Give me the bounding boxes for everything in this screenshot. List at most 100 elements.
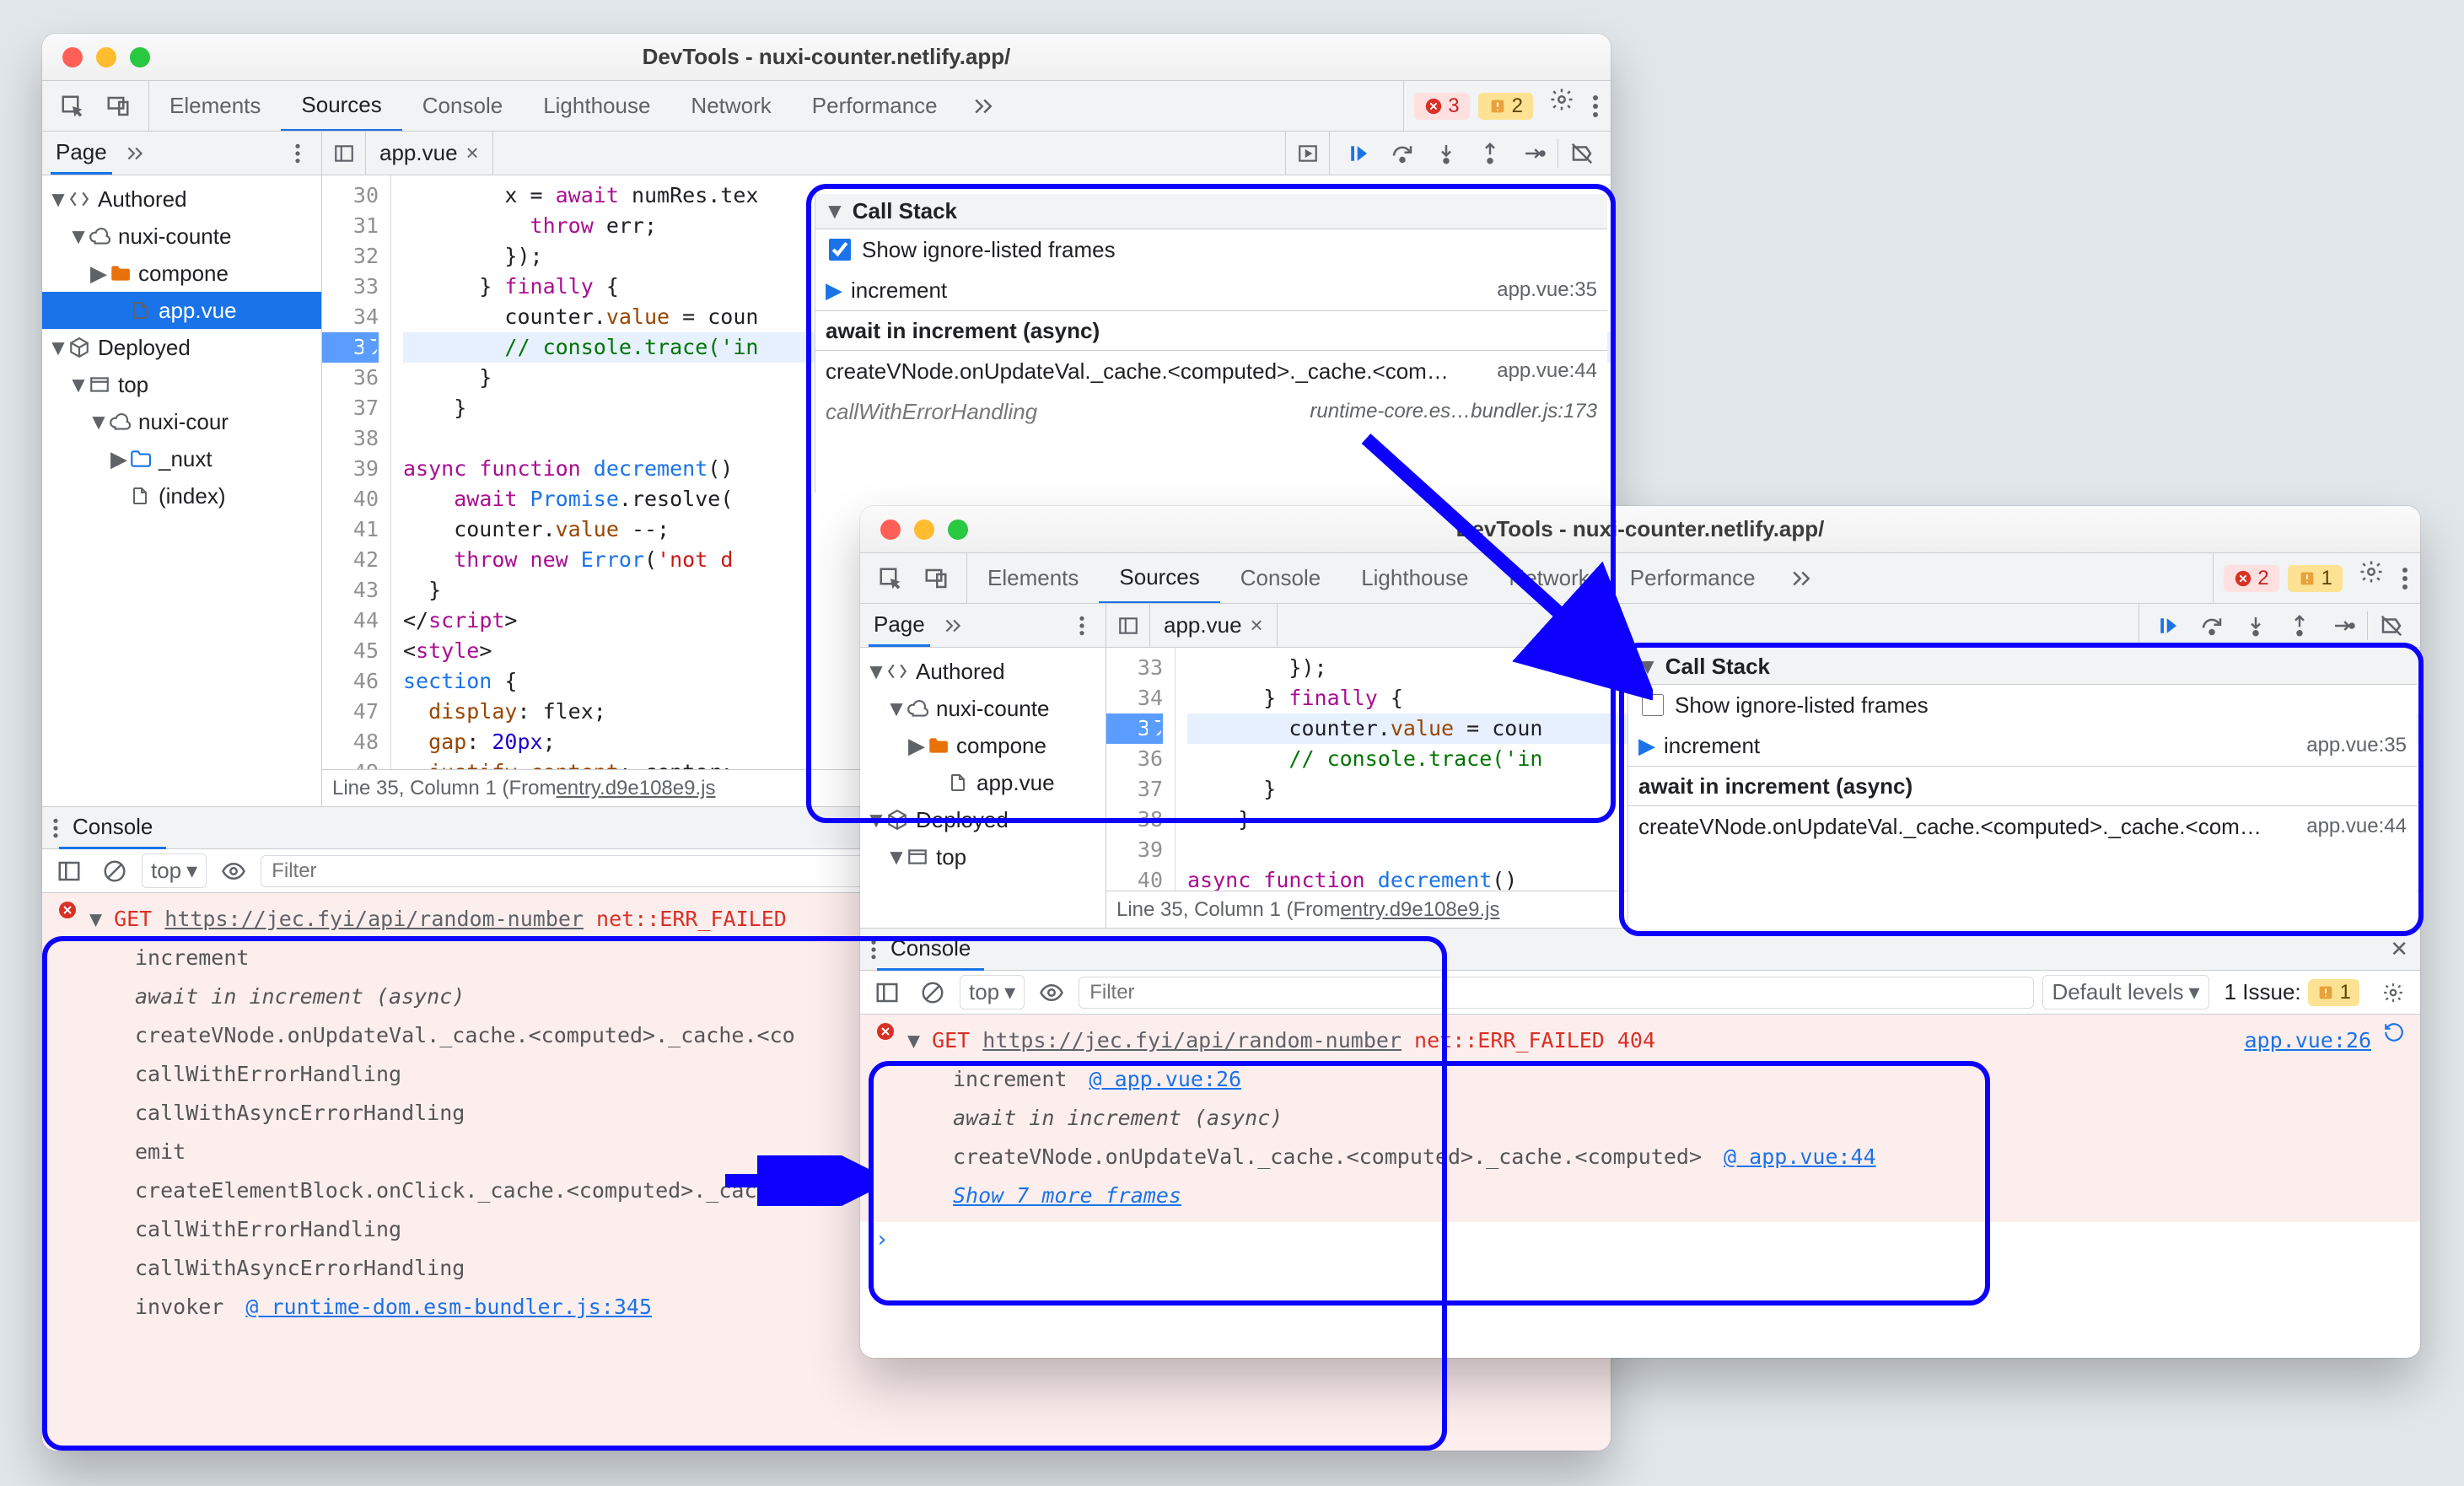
zoom-window-button[interactable] <box>948 520 968 540</box>
tab-performance[interactable]: Performance <box>792 81 958 131</box>
navigator-item[interactable]: ▶_nuxt <box>42 440 321 477</box>
call-stack-frame[interactable]: await in increment (async) <box>815 310 1607 351</box>
step-over-icon[interactable] <box>1382 135 1423 172</box>
call-stack-frame[interactable]: ▶incrementapp.vue:35 <box>815 270 1607 310</box>
call-stack-panel[interactable]: ▼Call Stack Show ignore-listed frames ▶i… <box>815 194 1607 493</box>
navigator-kebab-icon[interactable] <box>282 143 313 164</box>
inspect-element-icon[interactable] <box>872 560 909 597</box>
clear-console-icon[interactable] <box>914 974 951 1011</box>
device-toggle-icon[interactable] <box>100 88 137 125</box>
zoom-window-button[interactable] <box>130 47 150 67</box>
console-output[interactable]: ▼ GET https://jec.fyi/api/random-number … <box>860 1015 2420 1222</box>
reload-icon[interactable] <box>2383 1021 2405 1043</box>
expand-stack-icon[interactable]: ▼ <box>89 900 102 939</box>
navigator-item[interactable]: ▼Authored <box>860 653 1106 690</box>
step-into-icon[interactable] <box>2235 607 2276 644</box>
step-icon[interactable] <box>1514 135 1554 172</box>
clear-console-icon[interactable] <box>96 853 133 890</box>
navigator-tree[interactable]: ▼Authored▼nuxi-counte▶componeapp.vue▼Dep… <box>860 648 1106 928</box>
console-prompt[interactable]: › <box>860 1222 2420 1257</box>
tab-elements[interactable]: Elements <box>149 81 281 131</box>
minimize-window-button[interactable] <box>96 47 116 67</box>
file-tab-app-vue[interactable]: app.vue× <box>366 132 493 175</box>
show-ignored-frames-checkbox[interactable] <box>1642 694 1664 716</box>
sourcemap-link[interactable]: entry.d9e108e9.js <box>556 777 715 800</box>
tab-lighthouse[interactable]: Lighthouse <box>1341 553 1488 603</box>
errors-badge[interactable]: 2 <box>2224 565 2278 592</box>
file-tab-app-vue[interactable]: app.vue× <box>1150 604 1278 647</box>
navigator-item[interactable]: ▼nuxi-counte <box>860 690 1106 727</box>
navigator-kebab-icon[interactable] <box>1067 615 1097 637</box>
navigator-item[interactable]: ▼top <box>860 838 1106 875</box>
error-source-link[interactable]: app.vue:26 <box>2244 1021 2371 1060</box>
navigator-more-icon[interactable] <box>119 143 151 164</box>
step-out-icon[interactable] <box>2279 607 2320 644</box>
tab-console[interactable]: Console <box>1220 553 1341 603</box>
step-over-icon[interactable] <box>2192 607 2232 644</box>
navigator-item[interactable]: ▼Authored <box>42 180 321 218</box>
deactivate-breakpoints-icon[interactable] <box>2371 607 2412 644</box>
show-ignored-frames-checkbox[interactable] <box>829 239 851 261</box>
close-file-tab-icon[interactable]: × <box>466 140 479 166</box>
navigator-item[interactable]: ▼nuxi-cour <box>42 403 321 440</box>
call-stack-frame[interactable]: await in increment (async) <box>1628 766 2417 806</box>
call-stack-frame[interactable]: createVNode.onUpdateVal._cache.<computed… <box>1628 806 2417 847</box>
deactivate-breakpoints-icon[interactable] <box>1562 135 1602 172</box>
run-snippet-icon[interactable] <box>1285 132 1329 175</box>
drawer-kebab-icon[interactable] <box>870 939 877 961</box>
tab-performance[interactable]: Performance <box>1610 553 1776 603</box>
close-window-button[interactable] <box>62 47 83 67</box>
navigator-item[interactable]: (index) <box>42 477 321 514</box>
navigator-item[interactable]: ▶compone <box>42 255 321 292</box>
stack-frame[interactable]: await in increment (async) <box>860 1099 2420 1138</box>
settings-icon[interactable] <box>2353 553 2390 590</box>
more-icon[interactable] <box>1580 81 1611 131</box>
close-window-button[interactable] <box>880 520 901 540</box>
call-stack-frame[interactable]: createVNode.onUpdateVal._cache.<computed… <box>815 351 1607 391</box>
live-expression-icon[interactable] <box>1033 974 1070 1011</box>
toggle-navigator-icon[interactable] <box>322 132 366 175</box>
tabs-overflow-icon[interactable] <box>958 81 1009 131</box>
resume-icon[interactable] <box>2148 607 2188 644</box>
tab-sources[interactable]: Sources <box>281 81 401 131</box>
execution-context-select[interactable]: top▾ <box>960 975 1025 1010</box>
navigator-page-tab[interactable]: Page <box>869 604 930 647</box>
errors-badge[interactable]: 3 <box>1414 93 1469 120</box>
navigator-more-icon[interactable] <box>937 615 969 637</box>
console-tab[interactable]: Console <box>877 929 984 971</box>
call-stack-frame[interactable]: ▶incrementapp.vue:35 <box>1628 725 2417 766</box>
titlebar[interactable]: DevTools - nuxi-counter.netlify.app/ <box>42 34 1611 81</box>
tab-console[interactable]: Console <box>402 81 523 131</box>
tab-elements[interactable]: Elements <box>967 553 1099 603</box>
stack-frame[interactable]: createVNode.onUpdateVal._cache.<computed… <box>860 1138 2420 1176</box>
navigator-item[interactable]: app.vue <box>860 764 1106 801</box>
warnings-badge[interactable]: 1 <box>2288 565 2343 592</box>
device-toggle-icon[interactable] <box>917 560 955 597</box>
console-settings-icon[interactable] <box>2375 974 2412 1011</box>
step-into-icon[interactable] <box>1426 135 1466 172</box>
drawer-kebab-icon[interactable] <box>52 817 59 839</box>
console-sidebar-toggle-icon[interactable] <box>869 974 906 1011</box>
resume-icon[interactable] <box>1338 135 1379 172</box>
call-stack-frame[interactable]: callWithErrorHandlingruntime-core.es…bun… <box>815 391 1607 432</box>
console-filter-input[interactable] <box>1079 977 2034 1009</box>
expand-stack-icon[interactable]: ▼ <box>907 1021 920 1060</box>
execution-context-select[interactable]: top▾ <box>142 853 207 888</box>
warnings-badge[interactable]: 2 <box>1478 93 1533 120</box>
log-levels-select[interactable]: Default levels▾ <box>2042 975 2208 1010</box>
navigator-item[interactable]: ▶compone <box>860 727 1106 764</box>
navigator-item[interactable]: app.vue <box>42 292 321 329</box>
step-out-icon[interactable] <box>1470 135 1510 172</box>
navigator-item[interactable]: ▼Deployed <box>860 801 1106 838</box>
console-sidebar-toggle-icon[interactable] <box>51 853 88 890</box>
tab-lighthouse[interactable]: Lighthouse <box>523 81 670 131</box>
live-expression-icon[interactable] <box>215 853 252 890</box>
close-drawer-icon[interactable]: ✕ <box>2378 936 2420 962</box>
navigator-tree[interactable]: ▼Authored▼nuxi-counte▶componeapp.vue▼Dep… <box>42 175 322 806</box>
stack-frame[interactable]: increment@ app.vue:26 <box>860 1060 2420 1099</box>
error-url-link[interactable]: https://jec.fyi/api/random-number <box>982 1028 1401 1053</box>
navigator-page-tab[interactable]: Page <box>51 132 112 175</box>
call-stack-panel[interactable]: ▼Call Stack Show ignore-listed frames ▶i… <box>1627 649 2417 929</box>
more-icon[interactable] <box>2390 553 2420 603</box>
show-more-frames-link[interactable]: Show 7 more frames <box>953 1176 1181 1215</box>
